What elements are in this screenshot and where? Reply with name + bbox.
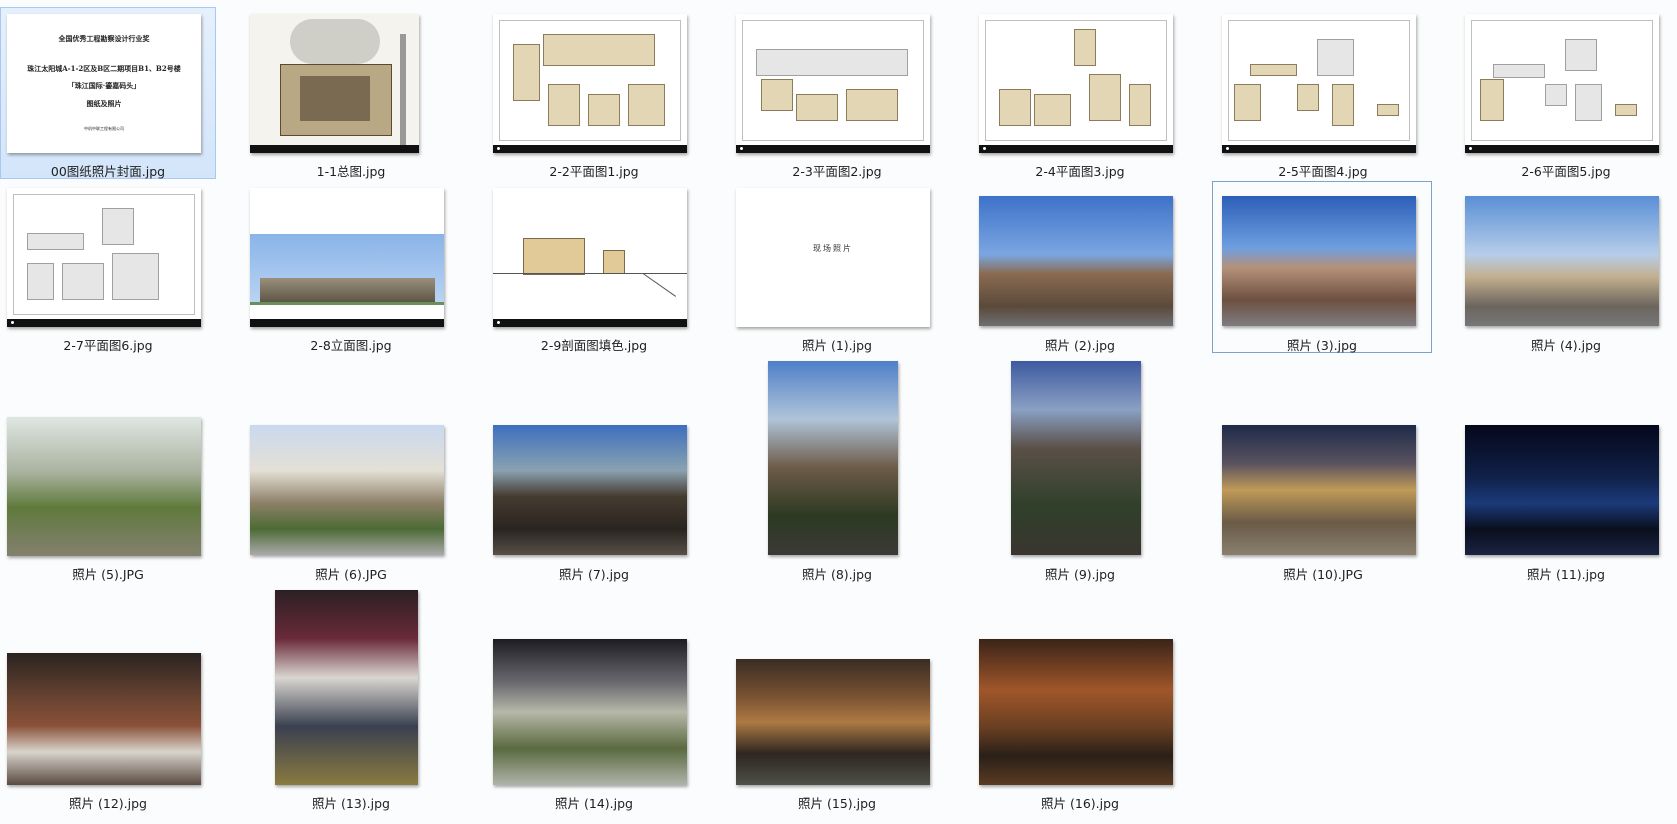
- file-name: 照片 (6).JPG: [315, 567, 387, 582]
- thumbnail-floor-plan: [1465, 14, 1659, 153]
- thumbnail-photo: [1222, 196, 1416, 326]
- thumbnail-photo: [979, 639, 1173, 785]
- file-item[interactable]: 照片 (6).JPG: [243, 355, 459, 585]
- file-name: 照片 (5).JPG: [72, 567, 144, 582]
- file-item[interactable]: 照片 (12).jpg: [0, 584, 216, 816]
- file-item[interactable]: 2-9剖面图填色.jpg: [486, 181, 702, 353]
- thumbnail-photo: [7, 653, 201, 785]
- thumbnail-photo: [736, 659, 930, 785]
- thumbnail-photo: [1465, 425, 1659, 555]
- thumbnail-floor-plan: [979, 14, 1173, 153]
- thumbnail-cover: 全国优秀工程勘察设计行业奖 珠江太阳城A-1-2区及B区二期项目B1、B2号楼 …: [7, 14, 201, 153]
- photo-title-text: 现场照片: [813, 244, 853, 253]
- file-item[interactable]: 照片 (4).jpg: [1458, 181, 1674, 353]
- file-item[interactable]: 照片 (14).jpg: [486, 584, 702, 816]
- file-name: 2-5平面图4.jpg: [1278, 164, 1368, 179]
- file-name: 照片 (8).jpg: [802, 567, 872, 582]
- file-item[interactable]: 照片 (13).jpg: [243, 584, 459, 816]
- file-name: 照片 (12).jpg: [69, 796, 147, 811]
- thumbnail-elevation: [250, 188, 444, 327]
- file-name: 2-8立面图.jpg: [310, 338, 392, 353]
- file-item[interactable]: 照片 (5).JPG: [0, 355, 216, 585]
- cover-line-1: 全国优秀工程勘察设计行业奖: [58, 34, 150, 43]
- file-name: 照片 (7).jpg: [559, 567, 629, 582]
- file-item[interactable]: 照片 (10).JPG: [1215, 355, 1431, 585]
- file-item[interactable]: 照片 (11).jpg: [1458, 355, 1674, 585]
- file-name: 2-6平面图5.jpg: [1521, 164, 1611, 179]
- thumbnail-floor-plan: [1222, 14, 1416, 153]
- file-name: 2-4平面图3.jpg: [1035, 164, 1125, 179]
- file-name: 2-2平面图1.jpg: [549, 164, 639, 179]
- cover-line-3: 「珠江国际·鎏嘉码头」: [67, 81, 141, 90]
- thumbnail-floor-plan: [736, 14, 930, 153]
- file-name: 照片 (15).jpg: [798, 796, 876, 811]
- file-name: 照片 (11).jpg: [1527, 567, 1605, 582]
- file-item[interactable]: 照片 (3).jpg: [1212, 181, 1432, 353]
- file-item[interactable]: 2-8立面图.jpg: [243, 181, 459, 353]
- file-item[interactable]: 现场照片 照片 (1).jpg: [729, 181, 945, 353]
- thumbnail-photo: [275, 590, 418, 785]
- thumbnail-photo: [7, 417, 201, 556]
- thumbnail-site-plan: [250, 14, 419, 153]
- file-item[interactable]: 2-5平面图4.jpg: [1215, 7, 1431, 179]
- file-name: 照片 (2).jpg: [1045, 338, 1115, 353]
- file-item[interactable]: 照片 (8).jpg: [729, 355, 945, 585]
- thumbnail-floor-plan: [493, 14, 687, 153]
- file-item[interactable]: 2-3平面图2.jpg: [729, 7, 945, 179]
- cover-line-4: 图纸及照片: [86, 99, 122, 108]
- file-name: 2-9剖面图填色.jpg: [540, 338, 648, 353]
- file-item[interactable]: 照片 (15).jpg: [729, 584, 945, 816]
- file-name: 照片 (16).jpg: [1041, 796, 1119, 811]
- file-item[interactable]: 1-1总图.jpg: [243, 7, 459, 179]
- cover-line-5: 中机中联工程有限公司: [84, 126, 124, 131]
- file-name: 照片 (13).jpg: [312, 796, 390, 811]
- file-item[interactable]: 2-4平面图3.jpg: [972, 7, 1188, 179]
- thumbnail-section: [493, 188, 687, 327]
- file-item[interactable]: 照片 (2).jpg: [972, 181, 1188, 353]
- thumbnail-photo-title: 现场照片: [736, 188, 930, 327]
- file-item[interactable]: 照片 (9).jpg: [972, 355, 1188, 585]
- file-name: 照片 (9).jpg: [1045, 567, 1115, 582]
- cover-line-2: 珠江太阳城A-1-2区及B区二期项目B1、B2号楼: [27, 64, 181, 73]
- file-name: 00图纸照片封面.jpg: [50, 164, 166, 179]
- thumbnail-photo: [493, 639, 687, 785]
- file-name: 照片 (1).jpg: [802, 338, 872, 353]
- thumbnail-floor-plan: [7, 188, 201, 327]
- file-item[interactable]: 照片 (16).jpg: [972, 584, 1188, 816]
- thumbnail-photo: [250, 425, 444, 555]
- file-item[interactable]: 2-6平面图5.jpg: [1458, 7, 1674, 179]
- file-name: 2-7平面图6.jpg: [63, 338, 153, 353]
- thumbnail-photo: [1011, 361, 1141, 555]
- thumbnail-photo: [1222, 425, 1416, 555]
- file-item[interactable]: 照片 (7).jpg: [486, 355, 702, 585]
- thumbnail-photo: [1465, 196, 1659, 326]
- thumbnail-photo: [979, 196, 1173, 326]
- file-name: 2-3平面图2.jpg: [792, 164, 882, 179]
- file-item[interactable]: 2-2平面图1.jpg: [486, 7, 702, 179]
- file-item[interactable]: 2-7平面图6.jpg: [0, 181, 216, 353]
- file-name: 照片 (4).jpg: [1531, 338, 1601, 353]
- file-name: 1-1总图.jpg: [316, 164, 386, 179]
- file-item-cover[interactable]: 全国优秀工程勘察设计行业奖 珠江太阳城A-1-2区及B区二期项目B1、B2号楼 …: [0, 7, 216, 179]
- thumbnail-photo: [493, 425, 687, 555]
- file-thumbnail-view: 全国优秀工程勘察设计行业奖 珠江太阳城A-1-2区及B区二期项目B1、B2号楼 …: [0, 0, 1677, 824]
- file-name: 照片 (14).jpg: [555, 796, 633, 811]
- thumbnail-photo: [768, 361, 898, 555]
- file-name: 照片 (10).JPG: [1283, 567, 1363, 582]
- file-name: 照片 (3).jpg: [1287, 338, 1357, 353]
